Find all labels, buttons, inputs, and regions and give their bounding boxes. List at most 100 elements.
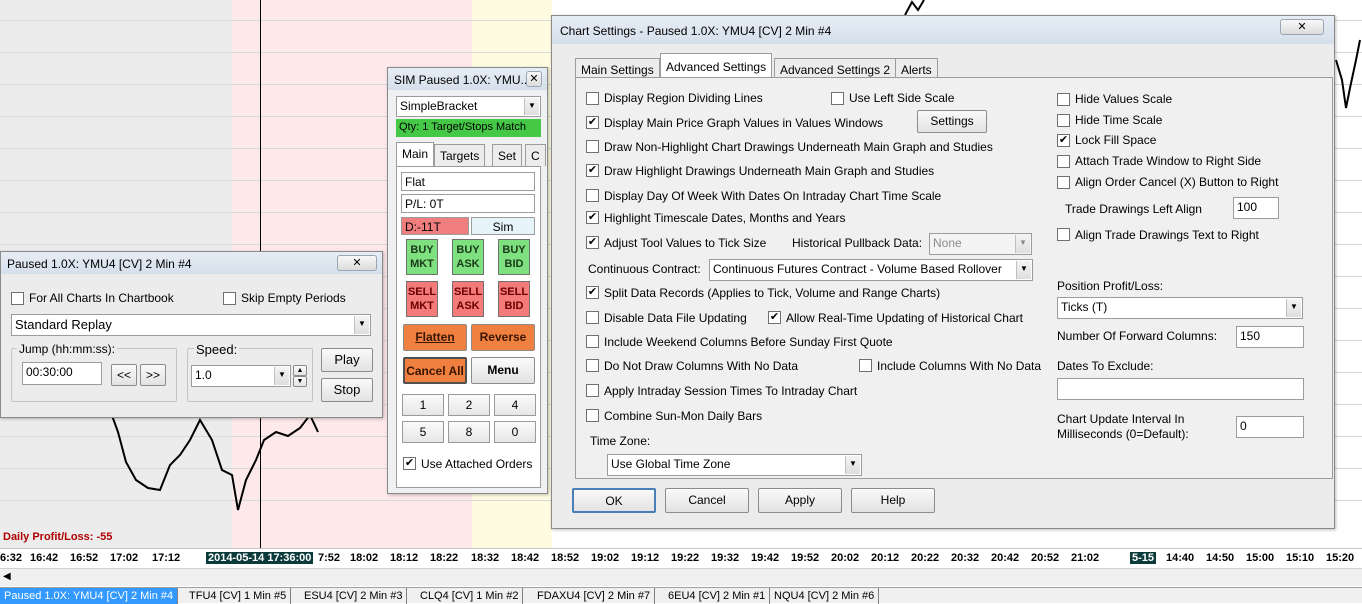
- lock-fill-checkbox[interactable]: ✔: [1057, 134, 1070, 147]
- hide-time-checkbox[interactable]: [1057, 114, 1070, 127]
- trade-close-button[interactable]: ✕: [526, 71, 542, 87]
- for-all-charts-checkbox[interactable]: [11, 292, 24, 305]
- buy-ask-button[interactable]: BUY ASK: [452, 239, 484, 275]
- cancel-button[interactable]: Cancel: [665, 488, 749, 513]
- flatten-button[interactable]: Flatten: [403, 324, 467, 351]
- sell-ask-button[interactable]: SELL ASK: [452, 281, 484, 317]
- cancel-all-button[interactable]: Cancel All: [403, 357, 467, 384]
- draw-highlight-checkbox[interactable]: ✔: [586, 164, 599, 177]
- time-axis-label: 19:42: [751, 552, 780, 564]
- tab-targets[interactable]: Targets: [434, 144, 486, 166]
- values-settings-button[interactable]: Settings: [917, 110, 987, 133]
- speed-up-spinner[interactable]: ▲: [293, 365, 307, 376]
- replay-mode-value: Standard Replay: [15, 317, 112, 332]
- trade-titlebar[interactable]: SIM Paused 1.0X: YMU... ✕: [388, 68, 547, 90]
- sell-bid-button[interactable]: SELL BID: [498, 281, 530, 317]
- ok-button[interactable]: OK: [572, 488, 656, 513]
- adjust-tool-checkbox[interactable]: ✔: [586, 236, 599, 249]
- draw-nonhighlight-checkbox[interactable]: [586, 140, 599, 153]
- trade-title: SIM Paused 1.0X: YMU...: [394, 73, 531, 87]
- align-cancel-checkbox[interactable]: [1057, 176, 1070, 189]
- chartbook-tab[interactable]: 6EU4 [CV] 2 Min #1: [664, 588, 771, 604]
- dates-exclude-input[interactable]: [1057, 378, 1304, 400]
- tab-c[interactable]: C: [525, 144, 546, 166]
- replay-titlebar[interactable]: Paused 1.0X: YMU4 [CV] 2 Min #4 ✕: [1, 252, 382, 274]
- play-button[interactable]: Play: [321, 348, 373, 372]
- qty-button-5[interactable]: 5: [402, 421, 444, 443]
- display-dow-checkbox[interactable]: [586, 189, 599, 202]
- use-attached-orders-checkbox[interactable]: ✔: [403, 457, 416, 470]
- qty-button-4[interactable]: 4: [494, 394, 536, 416]
- jump-time-input[interactable]: 00:30:00: [22, 362, 102, 385]
- time-axis-label: 16:42: [30, 552, 59, 564]
- sell-market-button[interactable]: SELL MKT: [406, 281, 438, 317]
- hide-values-checkbox[interactable]: [1057, 93, 1070, 106]
- time-axis-label: 18:52: [551, 552, 580, 564]
- reverse-button[interactable]: Reverse: [471, 324, 535, 351]
- allow-realtime-checkbox[interactable]: ✔: [768, 311, 781, 324]
- attach-trade-checkbox[interactable]: [1057, 155, 1070, 168]
- horizontal-scrollbar[interactable]: ◀: [0, 568, 1362, 586]
- align-trade-text-checkbox[interactable]: [1057, 228, 1070, 241]
- chartbook-tab[interactable]: TFU4 [CV] 1 Min #5: [185, 588, 292, 604]
- hist-pullback-select[interactable]: None ▼: [929, 233, 1032, 255]
- qty-button-0[interactable]: 0: [494, 421, 536, 443]
- no-draw-columns-checkbox[interactable]: [586, 359, 599, 372]
- highlight-timescale-checkbox[interactable]: ✔: [586, 211, 599, 224]
- tab-main[interactable]: Main: [396, 142, 435, 166]
- qty-button-1[interactable]: 1: [402, 394, 444, 416]
- forward-columns-input[interactable]: 150: [1236, 326, 1304, 348]
- use-left-scale-checkbox[interactable]: [831, 92, 844, 105]
- time-axis-label: 17:12: [152, 552, 181, 564]
- chartbook-tab[interactable]: FDAXU4 [CV] 2 Min #7: [533, 588, 656, 604]
- continuous-contract-select[interactable]: Continuous Futures Contract - Volume Bas…: [709, 259, 1033, 281]
- speed-select[interactable]: 1.0 ▼: [191, 365, 291, 387]
- time-axis-label: 21:02: [1071, 552, 1100, 564]
- trade-menu-button[interactable]: Menu: [471, 357, 535, 384]
- chevron-down-icon: ▼: [1015, 235, 1030, 253]
- split-data-checkbox[interactable]: ✔: [586, 286, 599, 299]
- sim-mode-display: Sim: [471, 217, 535, 235]
- buy-market-button[interactable]: BUY MKT: [406, 239, 438, 275]
- qty-button-2[interactable]: 2: [448, 394, 490, 416]
- time-axis-label: 18:02: [350, 552, 379, 564]
- display-region-checkbox[interactable]: [586, 92, 599, 105]
- replay-close-button[interactable]: ✕: [337, 255, 377, 271]
- include-weekend-checkbox[interactable]: [586, 335, 599, 348]
- speed-down-spinner[interactable]: ▼: [293, 376, 307, 387]
- chartbook-tab[interactable]: NQU4 [CV] 2 Min #6: [770, 588, 880, 604]
- continuous-contract-value: Continuous Futures Contract - Volume Bas…: [713, 262, 1002, 276]
- help-button[interactable]: Help: [851, 488, 935, 513]
- chartbook-tab[interactable]: CLQ4 [CV] 1 Min #2: [416, 588, 524, 604]
- scroll-left-icon[interactable]: ◀: [3, 571, 11, 582]
- settings-titlebar[interactable]: Chart Settings - Paused 1.0X: YMU4 [CV] …: [552, 16, 1334, 44]
- trade-drawings-input[interactable]: 100: [1233, 197, 1279, 219]
- jump-back-button[interactable]: <<: [111, 364, 137, 386]
- daily-profit-loss: Daily Profit/Loss: -55: [3, 531, 113, 543]
- time-axis-label: 16:52: [70, 552, 99, 564]
- apply-intraday-checkbox[interactable]: [586, 384, 599, 397]
- jump-forward-button[interactable]: >>: [140, 364, 166, 386]
- update-interval-input[interactable]: 0: [1236, 416, 1304, 438]
- apply-button[interactable]: Apply: [758, 488, 842, 513]
- disable-updating-checkbox[interactable]: [586, 311, 599, 324]
- buy-bid-button[interactable]: BUY BID: [498, 239, 530, 275]
- time-axis-label: 18:12: [390, 552, 419, 564]
- tab-advanced-settings[interactable]: Advanced Settings: [660, 53, 773, 79]
- display-main-values-checkbox[interactable]: ✔: [586, 116, 599, 129]
- position-display: Flat: [401, 172, 535, 191]
- settings-close-button[interactable]: ✕: [1280, 19, 1324, 35]
- time-axis-label: 20:02: [831, 552, 860, 564]
- skip-empty-checkbox[interactable]: [223, 292, 236, 305]
- replay-mode-select[interactable]: Standard Replay ▼: [11, 314, 371, 336]
- qty-button-8[interactable]: 8: [448, 421, 490, 443]
- chartbook-tab[interactable]: ESU4 [CV] 2 Min #3: [300, 588, 408, 604]
- tab-set[interactable]: Set: [492, 144, 523, 166]
- combine-sunmon-checkbox[interactable]: [586, 409, 599, 422]
- timezone-select[interactable]: Use Global Time Zone ▼: [607, 454, 862, 476]
- chartbook-tab-active[interactable]: Paused 1.0X: YMU4 [CV] 2 Min #4: [0, 588, 179, 604]
- position-pl-select[interactable]: Ticks (T) ▼: [1057, 297, 1303, 319]
- bracket-select[interactable]: SimpleBracket ▼: [396, 96, 541, 117]
- include-columns-checkbox[interactable]: [859, 359, 872, 372]
- stop-button[interactable]: Stop: [321, 378, 373, 402]
